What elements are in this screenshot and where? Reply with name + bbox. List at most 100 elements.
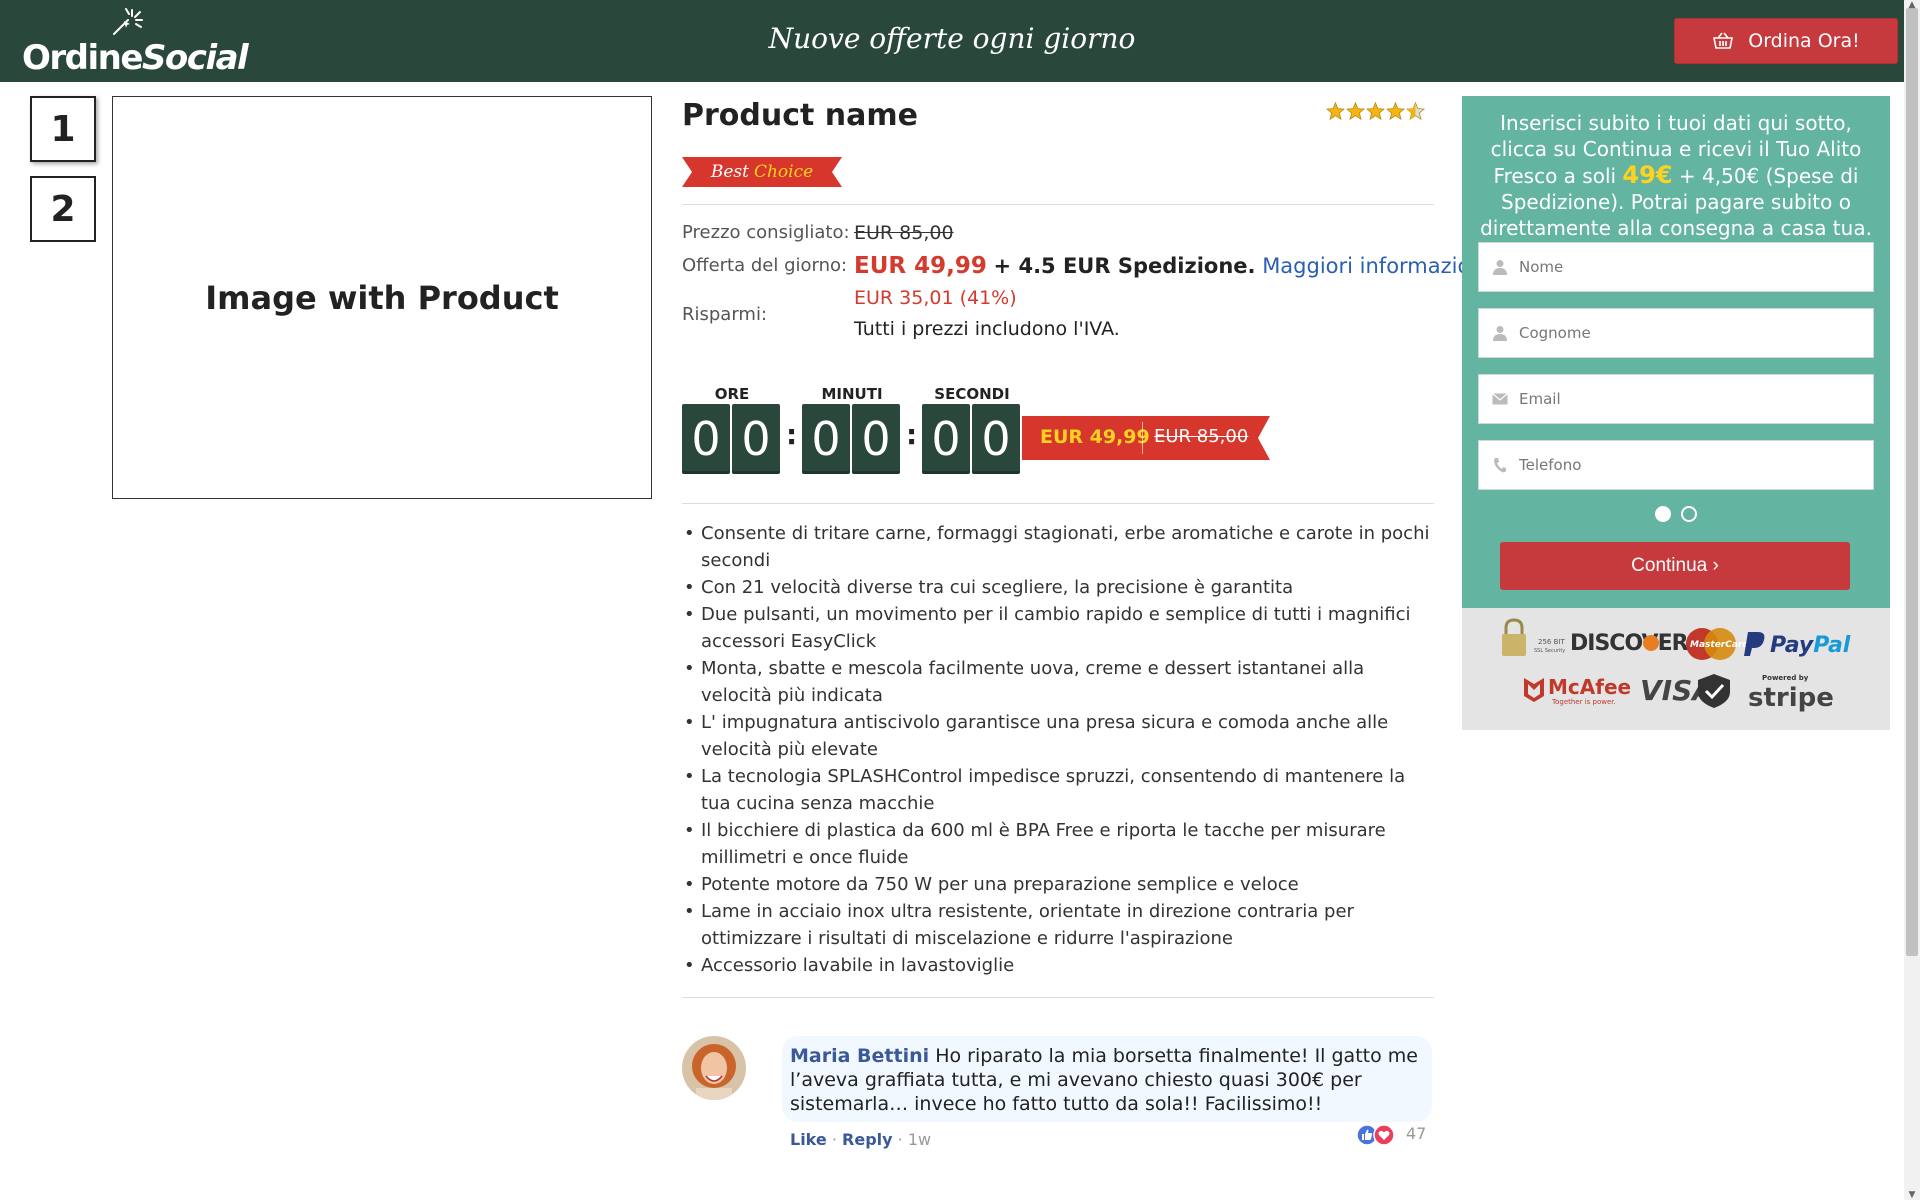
star-icon: [1366, 102, 1385, 120]
feature-item: Il bicchiere di plastica da 600 ml è BPA…: [682, 817, 1434, 871]
user-icon: [1491, 324, 1509, 342]
countdown-digit: 0: [732, 404, 780, 474]
countdown-digit: 0: [852, 404, 900, 474]
feature-list: Consente di tritare carne, formaggi stag…: [682, 520, 1434, 979]
order-form: Inserisci subito i tuoi dati qui sotto, …: [1462, 96, 1890, 608]
feature-item: Con 21 velocità diverse tra cui sceglier…: [682, 574, 1434, 601]
feature-item: Monta, sbatte e mescola facilmente uova,…: [682, 655, 1434, 709]
countdown-digit: 0: [682, 404, 730, 474]
minutes-label: MINUTI: [821, 385, 883, 403]
hours-label: ORE: [714, 385, 750, 403]
offer-label: Offerta del giorno:: [682, 255, 848, 276]
more-info-link[interactable]: Maggiori informazioni: [1262, 254, 1489, 278]
comment-time: 1w: [907, 1130, 932, 1149]
avatar[interactable]: [682, 1036, 746, 1100]
ssl-lock-icon: [1502, 618, 1526, 656]
savings-label: Risparmi:: [682, 304, 768, 325]
countdown-digit: 0: [922, 404, 970, 474]
surname-input[interactable]: [1519, 324, 1859, 342]
divider: [682, 503, 1434, 504]
form-price: 49€: [1622, 161, 1673, 189]
list-price-label: Prezzo consigliato:: [682, 222, 850, 243]
like-link[interactable]: Like: [790, 1130, 827, 1149]
seconds-label: SECONDI: [934, 385, 1010, 403]
star-icon: [1346, 102, 1365, 120]
phone-field[interactable]: [1478, 440, 1874, 490]
mastercard-text: MasterCard: [1690, 640, 1749, 650]
scrollbar-thumb[interactable]: [1906, 8, 1918, 956]
star-rating: [1326, 102, 1425, 120]
feature-item: Accessorio lavabile in lavastoviglie: [682, 952, 1434, 979]
star-icon: [1326, 102, 1345, 120]
ssl-text: 256 BIT: [1538, 638, 1565, 646]
countdown-colon: :: [786, 418, 798, 451]
form-intro: Inserisci subito i tuoi dati qui sotto, …: [1480, 111, 1872, 240]
stripe-logo: stripe: [1748, 683, 1834, 713]
half-star-icon: [1406, 102, 1425, 120]
shipping-cost: + 4.5 EUR Spedizione.: [993, 254, 1256, 278]
countdown-digit: 0: [802, 404, 850, 474]
offer-line: EUR 49,99 + 4.5 EUR Spedizione. Maggiori…: [854, 253, 1490, 279]
form-step-indicator: [1462, 506, 1890, 522]
stripe-caption: Powered by: [1762, 674, 1809, 682]
basket-icon: [1713, 32, 1734, 49]
ssl-text: SSL Security: [1534, 648, 1565, 654]
comment-actions: Like · Reply · 1w: [790, 1130, 932, 1149]
countdown-digit: 0: [972, 404, 1020, 474]
ribbon-separator: [1142, 422, 1143, 454]
list-price: EUR 85,00: [854, 222, 954, 244]
discover-logo: DISCOVER: [1570, 631, 1689, 656]
star-icon: [1386, 102, 1405, 120]
scroll-down-arrow[interactable]: ▼: [1906, 1190, 1918, 1200]
ribbon-price: EUR 49,99: [1040, 426, 1150, 448]
name-input[interactable]: [1519, 258, 1859, 276]
payment-logos: 256 BIT SSL Security DISCOVER MasterCard…: [1462, 608, 1890, 730]
name-field[interactable]: [1478, 242, 1874, 292]
feature-item: Lame in acciaio inox ultra resistente, o…: [682, 898, 1434, 952]
order-now-button[interactable]: Ordina Ora!: [1674, 18, 1898, 64]
product-title: Product name: [682, 98, 919, 133]
feature-item: La tecnologia SPLASHControl impedisce sp…: [682, 763, 1434, 817]
badge-text: Best Choice: [710, 162, 814, 182]
offer-price: EUR 49,99: [854, 253, 987, 279]
savings-value: EUR 35,01 (41%): [854, 287, 1017, 309]
continue-button[interactable]: Continua ›: [1500, 542, 1850, 590]
main-image-text: Image with Product: [205, 278, 559, 317]
vat-note: Tutti i prezzi includono l'IVA.: [854, 318, 1120, 340]
feature-item: Potente motore da 750 W per una preparaz…: [682, 871, 1434, 898]
envelope-icon: [1491, 390, 1509, 408]
user-icon: [1491, 258, 1509, 276]
countdown-colon: :: [906, 418, 918, 451]
feature-item: Due pulsanti, un movimento per il cambio…: [682, 601, 1434, 655]
reactions[interactable]: [1356, 1124, 1395, 1146]
surname-field[interactable]: [1478, 308, 1874, 358]
phone-input[interactable]: [1519, 456, 1859, 474]
thumbnail-2[interactable]: 2: [30, 176, 96, 242]
scroll-up-arrow[interactable]: ▲: [1906, 0, 1918, 10]
feature-item: Consente di tritare carne, formaggi stag…: [682, 520, 1434, 574]
best-choice-badge: Best Choice: [682, 157, 842, 187]
comment-author[interactable]: Maria Bettini: [790, 1045, 929, 1067]
mcafee-logo: McAfee: [1548, 675, 1631, 699]
thumbnail-1[interactable]: 1: [30, 96, 96, 162]
phone-icon: [1491, 456, 1509, 474]
ribbon-old-price: EUR 85,00: [1154, 426, 1249, 447]
step-dot-active[interactable]: [1655, 506, 1671, 522]
divider: [682, 997, 1434, 998]
tagline: Nuove offerte ogni giorno: [768, 22, 1136, 55]
order-now-label: Ordina Ora!: [1748, 30, 1860, 52]
reaction-count: 47: [1406, 1124, 1427, 1143]
payment-logos-graphic: 256 BIT SSL Security DISCOVER MasterCard…: [1502, 618, 1851, 713]
step-dot[interactable]: [1681, 506, 1697, 522]
top-header: OrdineSocial Nuove offerte ogni giorno O…: [0, 0, 1904, 82]
main-product-image: Image with Product: [112, 96, 652, 499]
divider: [682, 204, 1434, 205]
email-input[interactable]: [1519, 390, 1859, 408]
mcafee-tagline: Together is power.: [1551, 698, 1616, 706]
reply-link[interactable]: Reply: [842, 1130, 893, 1149]
heart-reaction-icon: [1373, 1124, 1395, 1146]
paypal-logo: PayPal: [1770, 633, 1851, 658]
email-field[interactable]: [1478, 374, 1874, 424]
comment-bubble: Maria Bettini Ho riparato la mia borsett…: [782, 1036, 1432, 1122]
feature-item: L' impugnatura antiscivolo garantisce un…: [682, 709, 1434, 763]
